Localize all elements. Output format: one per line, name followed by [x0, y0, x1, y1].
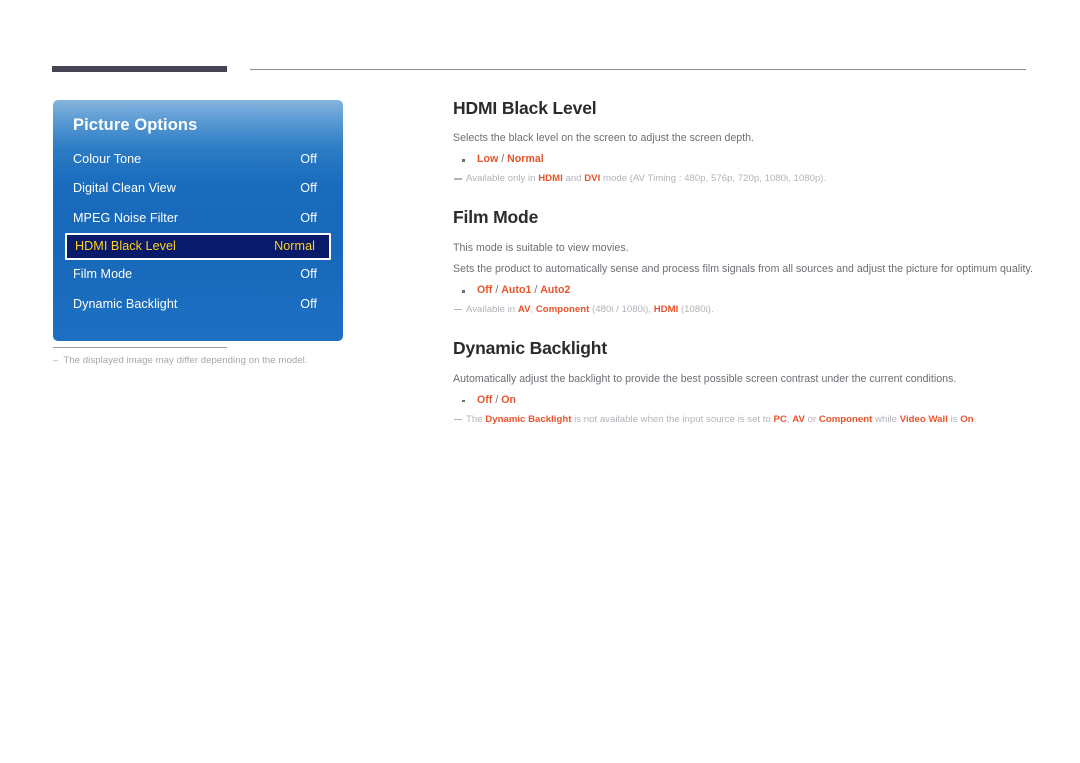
section-dynamic-backlight: Dynamic Backlight Automatically adjust t… [453, 338, 1033, 427]
footnote-text: The [466, 413, 486, 425]
section-title: Film Mode [453, 206, 539, 227]
menu-item-label: Film Mode [73, 267, 133, 282]
osd-menu-illustration: Picture Options Colour Tone Off Digital … [53, 100, 343, 341]
osd-note-divider [53, 347, 227, 348]
menu-item-value: Off [300, 151, 317, 166]
menu-item-label: HDMI Black Level [75, 239, 176, 253]
menu-item-label: Dynamic Backlight [73, 296, 178, 311]
footnote-text: or [804, 413, 819, 425]
footnote-term: HDMI [653, 304, 679, 316]
section-description: Automatically adjust the backlight to pr… [453, 372, 957, 385]
footnote-text: and [562, 173, 585, 185]
footnote-text: is not available when the input source i… [571, 413, 774, 425]
documentation-content: HDMI Black Level Selects the black level… [453, 98, 1033, 426]
panel-title: Picture Options [73, 116, 198, 134]
section-footnote: Available only in HDMI and DVI mode (AV … [453, 172, 1033, 185]
menu-item-mpeg-noise-filter[interactable]: MPEG Noise Filter Off [53, 203, 343, 233]
footnote-text: while [872, 413, 900, 425]
section-title: HDMI Black Level [453, 98, 597, 118]
section-hdmi-black-level: HDMI Black Level Selects the black level… [453, 98, 1033, 186]
osd-note-dash: – [53, 355, 59, 366]
footnote-term: DVI [584, 173, 601, 185]
footnote-term: Component [818, 413, 873, 425]
option-list: Low / Normal [453, 152, 1033, 168]
footnote-term: Video Wall [899, 413, 948, 425]
menu-item-value: Off [300, 267, 317, 282]
menu-item-digital-clean-view[interactable]: Digital Clean View Off [53, 174, 343, 204]
footnote-term: Component [535, 304, 590, 316]
footnote-term: HDMI [538, 173, 563, 185]
footnote-text: (480i / 1080i), [589, 304, 654, 316]
menu-item-value: Off [300, 296, 317, 311]
footnote-text: (1080i). [678, 304, 714, 316]
footnote-text: Available only in [466, 173, 539, 185]
menu-item-label: Colour Tone [73, 151, 142, 166]
option-values: Off / Auto1 / Auto2 [477, 284, 571, 297]
menu-item-hdmi-black-level-selected[interactable]: HDMI Black Level Normal [65, 232, 331, 260]
section-title: Dynamic Backlight [453, 337, 608, 358]
menu-item-film-mode[interactable]: Film Mode Off [53, 260, 343, 290]
footnote-term: PC [773, 413, 787, 425]
footnote-text: is [947, 413, 961, 425]
section-description-line-2: Sets the product to automatically sense … [453, 262, 1033, 275]
menu-item-dynamic-backlight[interactable]: Dynamic Backlight Off [53, 289, 343, 319]
option-values: Low / Normal [477, 153, 544, 166]
footnote-term: AV [517, 304, 531, 316]
option-list-item: Low / Normal [453, 152, 1033, 168]
osd-note: – The displayed image may differ dependin… [53, 355, 383, 366]
footnote-text: mode (AV Timing : 480p, 576p, 720p, 1080… [600, 173, 827, 185]
option-values: Off / On [477, 393, 517, 406]
option-list: Off / On [453, 393, 1033, 409]
footnote-term: AV [792, 413, 805, 425]
footnote-text: Available in [466, 304, 518, 316]
footnote-term: On [960, 413, 974, 425]
header-rule-accent [52, 66, 227, 72]
picture-options-panel: Picture Options Colour Tone Off Digital … [53, 100, 343, 341]
menu-item-value: Normal [274, 239, 315, 253]
menu-item-colour-tone[interactable]: Colour Tone Off [53, 144, 343, 174]
menu-item-value: Off [300, 210, 317, 225]
header-rule-line [250, 69, 1026, 70]
option-list-item: Off / On [453, 393, 1033, 409]
menu-item-label: MPEG Noise Filter [73, 210, 179, 225]
option-list-item: Off / Auto1 / Auto2 [453, 283, 1033, 299]
footnote-term: Dynamic Backlight [485, 413, 572, 425]
option-list: Off / Auto1 / Auto2 [453, 283, 1033, 299]
section-footnote: The Dynamic Backlight is not available w… [453, 413, 1033, 426]
osd-note-text: The displayed image may differ depending… [63, 355, 308, 366]
section-description-line-1: This mode is suitable to view movies. [453, 241, 629, 254]
section-footnote: Available in AV, Component (480i / 1080i… [453, 303, 1033, 316]
menu-item-value: Off [300, 181, 317, 196]
section-film-mode: Film Mode This mode is suitable to view … [453, 207, 1033, 317]
section-description: Selects the black level on the screen to… [453, 132, 755, 144]
menu-item-label: Digital Clean View [73, 181, 176, 196]
footnote-text: . [973, 413, 977, 425]
